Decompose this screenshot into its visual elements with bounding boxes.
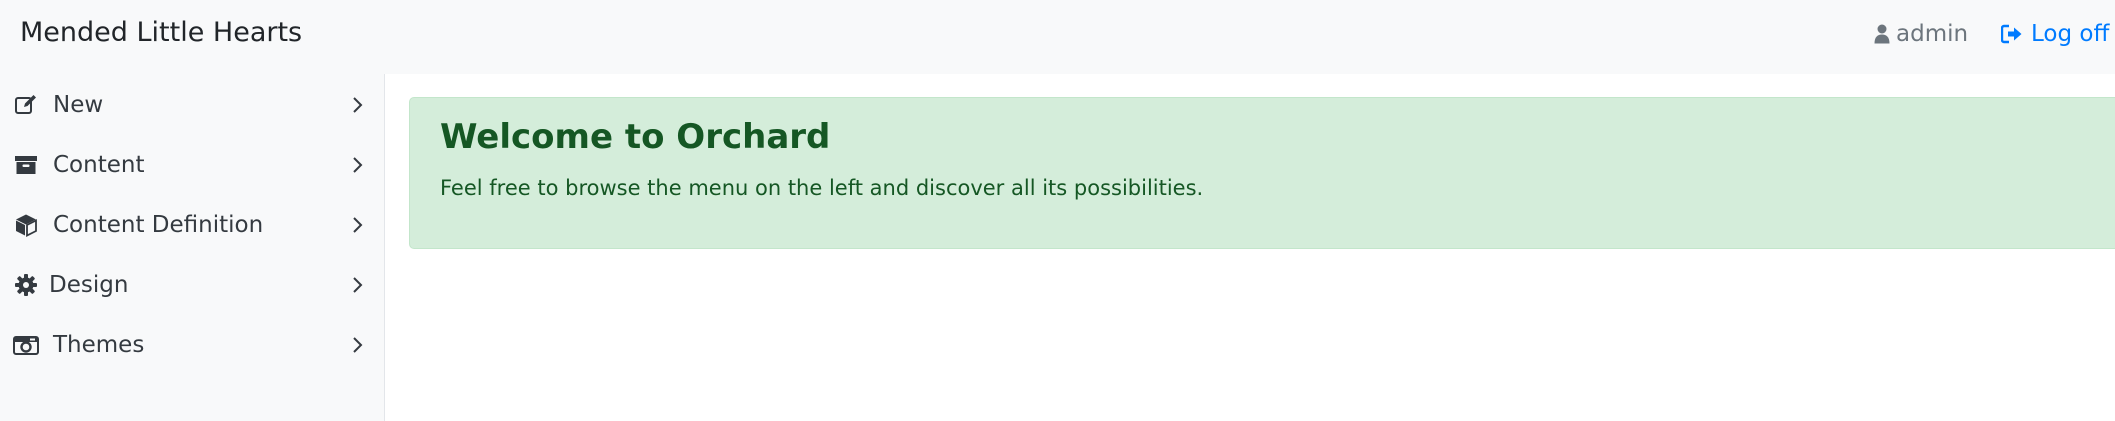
alert-title: Welcome to Orchard [440,117,831,157]
user-name: admin [1896,21,1969,47]
edit-icon [13,92,39,118]
chevron-right-icon [350,94,366,116]
sidebar-item-label: Themes [53,332,145,358]
sidebar-item-design[interactable]: Design [0,255,384,315]
gear-icon [13,272,39,298]
chevron-right-icon [350,154,366,176]
sidebar-item-label: Content [53,152,145,178]
sidebar-item-label: Design [49,272,129,298]
sidebar-item-new[interactable]: New [0,75,384,135]
sidebar: New Content Content Definition Design Th… [0,74,385,421]
top-navbar: Mended Little Hearts admin Log off [0,0,2115,74]
sidebar-item-content[interactable]: Content [0,135,384,195]
sidebar-item-label: New [53,92,104,118]
sidebar-item-themes[interactable]: Themes [0,315,384,375]
logoff-link[interactable]: Log off [2001,19,2109,49]
user-icon [1874,24,1890,44]
sidebar-item-content-definition[interactable]: Content Definition [0,195,384,255]
welcome-alert: Welcome to Orchard Feel free to browse t… [409,97,2115,249]
brand-title[interactable]: Mended Little Hearts [20,16,302,50]
sidebar-item-label: Content Definition [53,212,264,238]
alert-message: Feel free to browse the menu on the left… [440,176,1204,200]
logoff-label: Log off [2031,21,2110,47]
user-menu[interactable]: admin [1874,19,1968,49]
cube-icon [13,212,39,238]
camera-icon [13,332,39,358]
chevron-right-icon [350,214,366,236]
archive-icon [13,152,39,178]
chevron-right-icon [350,334,366,356]
sign-out-icon [2001,24,2023,44]
chevron-right-icon [350,274,366,296]
